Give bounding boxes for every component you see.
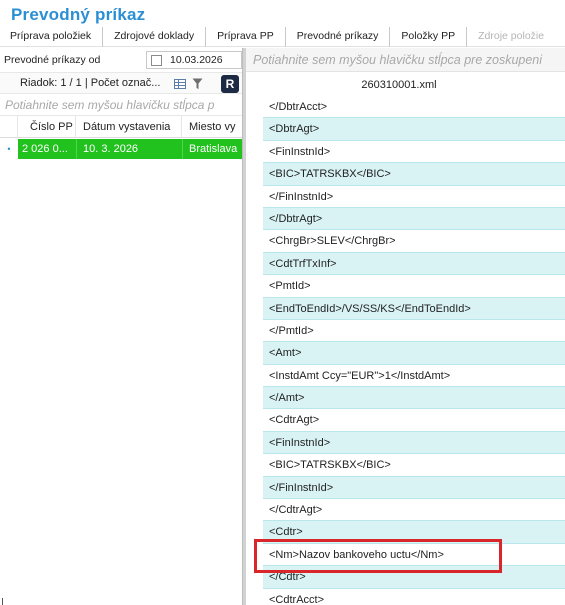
tab-zdrojove-doklady[interactable]: Zdrojové doklady: [103, 26, 207, 47]
xml-line[interactable]: </Cdtr>: [263, 566, 565, 589]
row-count-text: Riadok: 1 / 1 | Počet označ...: [20, 77, 161, 89]
left-group-hint[interactable]: Potiahnite sem myšou hlavičku stĺpca p: [0, 94, 242, 116]
date-filter-checkbox[interactable]: [151, 54, 162, 66]
xml-file-name[interactable]: 260310001.xml: [263, 74, 565, 96]
xml-line[interactable]: </FinInstnId>: [263, 476, 565, 500]
tab-priprava-poloziek[interactable]: Príprava položiek: [0, 26, 104, 47]
cell-cislo-pp[interactable]: 2 026 0...: [18, 139, 76, 159]
xml-line[interactable]: <Amt>: [263, 342, 565, 365]
xml-line[interactable]: <BIC>TATRSKBX</BIC>: [263, 163, 565, 186]
table-header: Číslo PP Dátum vystavenia Miesto vy: [0, 115, 242, 138]
grid-settings-icon[interactable]: [174, 78, 186, 90]
tab-polozky-pp[interactable]: Položky PP: [390, 26, 468, 47]
xml-line[interactable]: <FinInstnId>: [263, 140, 565, 164]
xml-line[interactable]: <FinInstnId>: [263, 431, 565, 455]
xml-line[interactable]: </DbtrAgt>: [263, 207, 565, 231]
xml-line[interactable]: <CdtrAcct>: [263, 588, 565, 605]
right-group-hint[interactable]: Potiahnite sem myšou hlavičku stĺpca pre…: [246, 48, 565, 72]
filter-funnel-icon[interactable]: [192, 78, 203, 90]
xml-line[interactable]: <Cdtr>: [263, 521, 565, 544]
xml-line[interactable]: <CdtTrfTxInf>: [263, 252, 565, 276]
tab-priprava-pp[interactable]: Príprava PP: [206, 26, 286, 47]
filter-row: Prevodné príkazy od 10.03.2026: [0, 48, 242, 72]
xml-lines: </DbtrAcct> <DbtrAgt> <FinInstnId> <BIC>TAT…: [263, 96, 565, 605]
table-row[interactable]: • 2 026 0... 10. 3. 2026 Bratislava: [0, 138, 242, 160]
xml-line[interactable]: <BIC>TATRSKBX</BIC>: [263, 454, 565, 477]
row-indicator: •: [7, 144, 11, 154]
cell-datum-vystavenia[interactable]: 10. 3. 2026: [76, 139, 182, 159]
xml-viewer: 260310001.xml </DbtrAcct> <DbtrAgt> <FinIn…: [263, 74, 565, 605]
xml-line[interactable]: </FinInstnId>: [263, 185, 565, 208]
tab-bar: Príprava položiek Zdrojové doklady Prípr…: [0, 26, 565, 47]
xml-line[interactable]: </CdtrAgt>: [263, 499, 565, 522]
xml-line[interactable]: </DbtrAcct>: [263, 96, 565, 119]
xml-line[interactable]: </PmtId>: [263, 319, 565, 343]
column-header-datum-vystavenia[interactable]: Dátum vystavenia: [76, 115, 182, 138]
tab-prevodne-prikazy[interactable]: Prevodné príkazy: [286, 26, 391, 47]
app-title: Prevodný príkaz: [11, 5, 146, 24]
cell-miesto[interactable]: Bratislava: [182, 139, 242, 159]
xml-line[interactable]: <PmtId>: [263, 275, 565, 298]
right-panel: Potiahnite sem myšou hlavičku stĺpca pre…: [246, 48, 565, 605]
xml-line[interactable]: </Amt>: [263, 387, 565, 410]
row-info-bar: Riadok: 1 / 1 | Počet označ... R: [0, 72, 242, 94]
date-filter-value[interactable]: 10.03.2026: [170, 54, 223, 66]
date-filter-field[interactable]: 10.03.2026: [146, 51, 242, 69]
column-header-miesto[interactable]: Miesto vy: [182, 116, 242, 138]
app-logo-icon[interactable]: R: [221, 75, 239, 93]
xml-line[interactable]: <DbtrAgt>: [263, 118, 565, 141]
xml-line[interactable]: <CdtrAgt>: [263, 409, 565, 432]
xml-line[interactable]: <EndToEndId>/VS/SS/KS</EndToEndId>: [263, 297, 565, 320]
row-indicator-header: [0, 115, 18, 138]
filter-label: Prevodné príkazy od: [4, 54, 101, 66]
column-header-cislo-pp[interactable]: Číslo PP: [18, 115, 76, 138]
xml-line[interactable]: <InstdAmt Ccy="EUR">1</InstdAmt>: [263, 364, 565, 388]
xml-line[interactable]: <ChrgBr>SLEV</ChrgBr>: [263, 230, 565, 253]
xml-line-highlighted[interactable]: <Nm>Nazov bankoveho uctu</Nm>: [263, 543, 565, 567]
left-panel: Prevodné príkazy od 10.03.2026 Riadok: 1…: [0, 48, 242, 605]
scroll-marker: [2, 598, 3, 605]
tab-zdroje-poloziek: Zdroje položie: [478, 29, 545, 42]
